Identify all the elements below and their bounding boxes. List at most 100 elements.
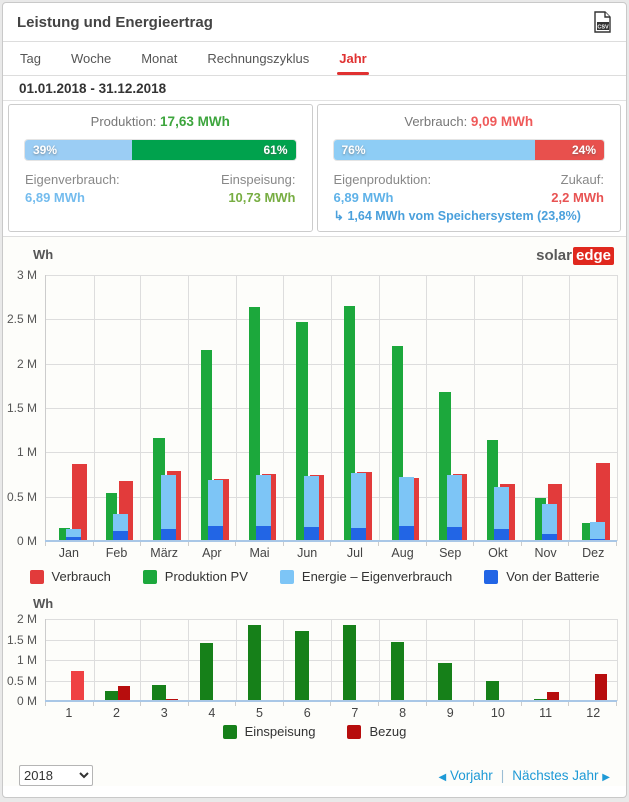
solaredge-logo: solaredge xyxy=(536,247,614,264)
y-tick-label: 1.5 M xyxy=(3,633,37,647)
summary-panels: Produktion: 17,63 MWh 39% 61% Eigenverbr… xyxy=(3,101,626,236)
legend-swatch xyxy=(280,570,294,584)
production-label: Produktion: xyxy=(91,114,157,129)
legend-item-energie-eigenverbrauch[interactable]: Energie – Eigenverbrauch xyxy=(280,569,452,584)
month-slot xyxy=(379,619,428,701)
x-tick-label: 4 xyxy=(188,706,236,720)
x-tick-label: 12 xyxy=(569,706,617,720)
legend-item-einspeisung[interactable]: Einspeisung xyxy=(223,724,316,739)
legend-swatch xyxy=(347,725,361,739)
legend-swatch xyxy=(484,570,498,584)
x-tick-label: Feb xyxy=(93,546,141,560)
legend-item-produktion-pv[interactable]: Produktion PV xyxy=(143,569,248,584)
legend-swatch xyxy=(30,570,44,584)
x-tick-label: 6 xyxy=(283,706,331,720)
year-select[interactable]: 2018 xyxy=(19,765,93,786)
charts-section: Wh solaredge 3 M2.5 M2 M1.5 M1 M0.5 M0 M… xyxy=(3,236,626,786)
month-slot xyxy=(93,275,142,541)
chart1-plot-area xyxy=(45,275,617,541)
bar-bezug xyxy=(595,674,607,701)
legend-item-von-der-batterie[interactable]: Von der Batterie xyxy=(484,569,599,584)
month-slot xyxy=(426,619,475,701)
nav-separator: | xyxy=(501,768,505,783)
bar-einspeisung xyxy=(152,685,165,701)
production-panel: Produktion: 17,63 MWh 39% 61% Eigenverbr… xyxy=(8,104,313,232)
own-production-value: 6,89 MWh xyxy=(334,190,432,205)
month-slot xyxy=(426,275,475,541)
legend-label: Von der Batterie xyxy=(506,569,599,584)
x-tick-label: Jul xyxy=(331,546,379,560)
production-heading: Produktion: 17,63 MWh xyxy=(25,114,296,129)
title-bar: Leistung und Energieertrag CSV xyxy=(3,3,626,42)
legend-label: Produktion PV xyxy=(165,569,248,584)
chart1-unit-label: Wh xyxy=(33,247,53,262)
tab-woche[interactable]: Woche xyxy=(71,42,111,75)
x-tick-label: 9 xyxy=(426,706,474,720)
legend-swatch xyxy=(143,570,157,584)
month-slot xyxy=(569,275,618,541)
x-tick-label: Nov xyxy=(522,546,570,560)
tab-tag[interactable]: Tag xyxy=(20,42,41,75)
y-tick-label: 0 M xyxy=(3,694,37,708)
x-tick-label: Aug xyxy=(379,546,427,560)
month-slot xyxy=(45,619,95,701)
performance-widget: Leistung und Energieertrag CSV Tag Woche M… xyxy=(2,2,627,798)
csv-export-icon[interactable]: CSV xyxy=(593,11,612,34)
logo-text-edge: edge xyxy=(573,247,614,265)
own-production-stat: Eigenproduktion: 6,89 MWh xyxy=(334,172,432,205)
month-slot xyxy=(569,619,618,701)
bar-von-der-batterie xyxy=(447,527,462,541)
tab-jahr[interactable]: Jahr xyxy=(339,42,366,75)
bar-von-der-batterie xyxy=(208,526,223,541)
consumption-value: 9,09 MWh xyxy=(471,114,533,129)
month-slot xyxy=(331,275,380,541)
purchase-value: 2,2 MWh xyxy=(551,190,604,205)
bar-einspeisung xyxy=(248,625,261,701)
bar-einspeisung xyxy=(391,642,404,701)
self-consumption-segment: 39% xyxy=(25,140,132,160)
purchase-label: Zukauf: xyxy=(551,172,604,187)
consumption-ratio-bar: 76% 24% xyxy=(334,140,605,160)
x-tick-label: Jun xyxy=(283,546,331,560)
energy-chart-monthly: Wh solaredge 3 M2.5 M2 M1.5 M1 M0.5 M0 M… xyxy=(3,237,626,565)
month-slot xyxy=(236,275,285,541)
x-tick-label: Sep xyxy=(426,546,474,560)
y-tick-label: 2 M xyxy=(3,357,37,371)
next-year-link[interactable]: Nächstes Jahr ▶ xyxy=(512,768,610,783)
x-tick-label: 10 xyxy=(474,706,522,720)
tab-monat[interactable]: Monat xyxy=(141,42,177,75)
y-tick-label: 2.5 M xyxy=(3,312,37,326)
bar-einspeisung xyxy=(486,681,499,701)
y-tick-label: 1 M xyxy=(3,445,37,459)
month-slot xyxy=(474,619,523,701)
month-slot xyxy=(140,619,189,701)
bar-von-der-batterie xyxy=(304,527,319,541)
legend-item-verbrauch[interactable]: Verbrauch xyxy=(30,569,111,584)
x-tick-label: 8 xyxy=(379,706,427,720)
bar-einspeisung xyxy=(343,625,356,701)
x-tick-label: 11 xyxy=(522,706,570,720)
month-slot xyxy=(283,619,332,701)
left-arrow-icon: ◀ xyxy=(438,772,446,783)
x-tick-label: 1 xyxy=(45,706,93,720)
y-tick-label: 0.5 M xyxy=(3,490,37,504)
consumption-panel: Verbrauch: 9,09 MWh 76% 24% Eigenprodukt… xyxy=(317,104,622,232)
bar-energie-eigenverbrauch xyxy=(590,522,605,541)
production-value: 17,63 MWh xyxy=(160,114,230,129)
y-tick-label: 1 M xyxy=(3,653,37,667)
legend-item-bezug[interactable]: Bezug xyxy=(347,724,406,739)
y-tick-label: 1.5 M xyxy=(3,401,37,415)
tab-rechnungszyklus[interactable]: Rechnungszyklus xyxy=(207,42,309,75)
period-tabs: Tag Woche Monat Rechnungszyklus Jahr xyxy=(3,42,626,76)
month-slot xyxy=(331,619,380,701)
month-slot xyxy=(140,275,189,541)
consumption-label: Verbrauch: xyxy=(404,114,467,129)
month-slot xyxy=(45,275,95,541)
chart1-legend: Verbrauch Produktion PV Energie – Eigenver… xyxy=(3,565,626,594)
date-range: 01.01.2018 - 31.12.2018 xyxy=(3,76,626,101)
legend-label: Verbrauch xyxy=(52,569,111,584)
previous-year-link[interactable]: ◀ Vorjahr xyxy=(438,768,492,783)
x-tick-label: Okt xyxy=(474,546,522,560)
storage-contribution-note: ↳ 1,64 MWh vom Speichersystem (23,8%) xyxy=(334,208,605,223)
purchase-stat: Zukauf: 2,2 MWh xyxy=(551,172,604,205)
